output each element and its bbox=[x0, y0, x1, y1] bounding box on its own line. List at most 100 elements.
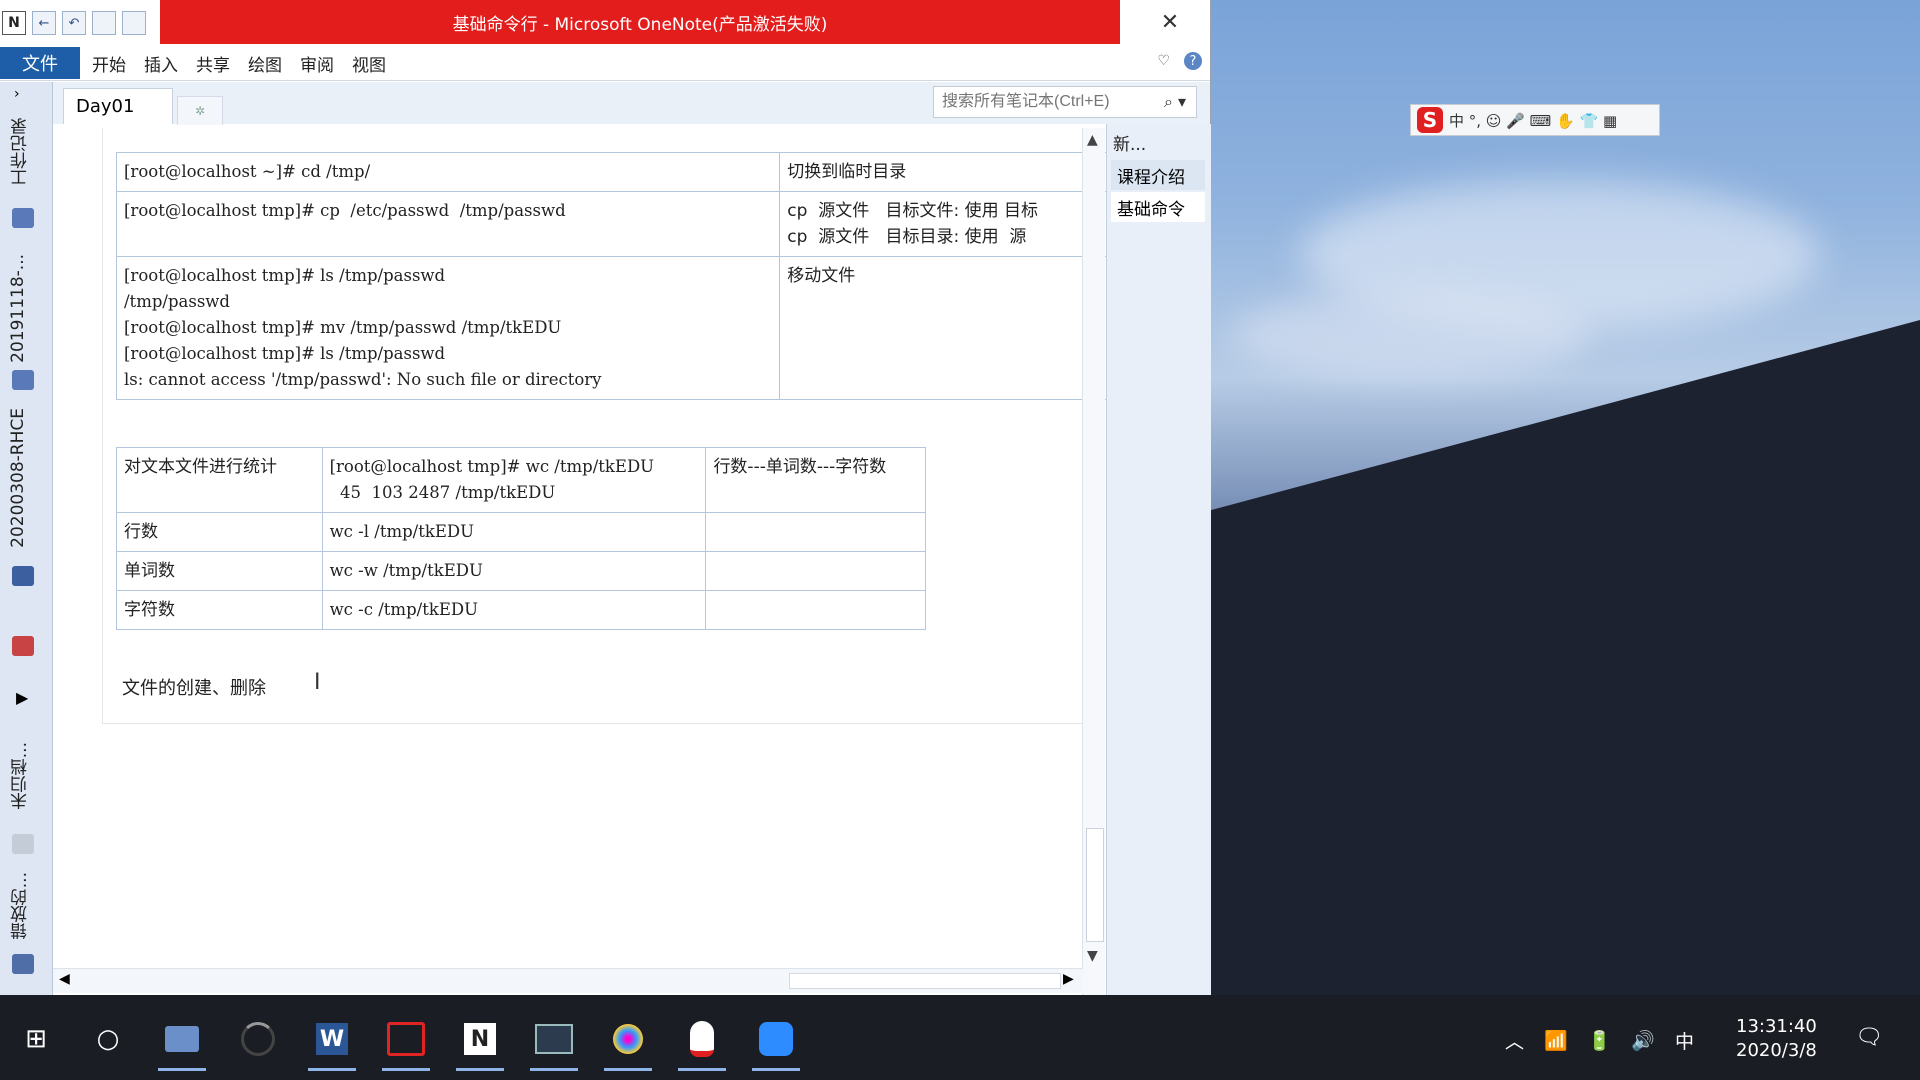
onenote-logo-icon[interactable]: N bbox=[2, 11, 26, 35]
notebook-icon bbox=[12, 208, 34, 228]
text-cursor-icon: I bbox=[314, 670, 321, 695]
ribbon-expand-icon[interactable]: ♡ bbox=[1157, 53, 1170, 69]
scroll-thumb[interactable] bbox=[1086, 828, 1104, 942]
table-cell-label[interactable]: 字符数 bbox=[116, 590, 323, 630]
taskbar: ⊞ ○ W N ︿ 📶 🔋 🔊 中 13:31:40 2020/3/8 🗨 bbox=[0, 995, 1920, 1080]
search-box[interactable]: ⌕ ▾ bbox=[933, 86, 1197, 118]
table-cell-note[interactable] bbox=[705, 512, 926, 552]
page-item-course-intro[interactable]: 课程介绍 bbox=[1111, 160, 1205, 190]
notebook-pane: › 工作记录 20191118-... 20200308-RHCE ▶ 未归档.… bbox=[0, 82, 53, 995]
wc-table[interactable]: 对文本文件进行统计 [root@localhost tmp]# wc /tmp/… bbox=[116, 447, 926, 630]
page-list: 新... 课程介绍 基础命令 bbox=[1106, 124, 1211, 995]
menu-draw[interactable]: 绘图 bbox=[248, 51, 282, 76]
ime-status-items[interactable]: 中 °, ☺ 🎤 ⌨ ✋ 👕 ▦ bbox=[1449, 110, 1617, 131]
new-section-tab[interactable]: ✲ bbox=[177, 96, 223, 125]
table-row[interactable]: 单词数 wc -w /tmp/tkEDU bbox=[116, 551, 926, 591]
notebook-item[interactable]: 未归档... bbox=[8, 742, 33, 809]
page-item-basic-commands[interactable]: 基础命令 bbox=[1111, 192, 1205, 222]
table-cell-command[interactable]: [root@localhost ~]# cd /tmp/ bbox=[115, 152, 781, 192]
table-cell-description[interactable]: cp 源文件 目标文件: 使用 目标 cp 源文件 目标目录: 使用 源 bbox=[779, 191, 1116, 257]
table-cell-description[interactable]: 切换到临时目录 bbox=[779, 152, 1116, 192]
close-button[interactable]: ✕ bbox=[1130, 0, 1210, 44]
remote-desktop-icon[interactable] bbox=[376, 1009, 436, 1071]
table-cell-note[interactable] bbox=[705, 551, 926, 591]
table-cell-command[interactable]: [root@localhost tmp]# wc /tmp/tkEDU 45 1… bbox=[321, 447, 707, 513]
paint-icon[interactable] bbox=[598, 1009, 658, 1071]
clock[interactable]: 13:31:40 2020/3/8 bbox=[1736, 1015, 1817, 1063]
table-cell-label[interactable]: 行数 bbox=[116, 512, 323, 552]
table-row[interactable]: [root@localhost tmp]# ls /tmp/passwd /tm… bbox=[115, 256, 1116, 400]
note-text[interactable]: 文件的创建、删除 bbox=[122, 674, 266, 700]
zoom-icon[interactable] bbox=[746, 1009, 806, 1071]
search-button[interactable]: ○ bbox=[78, 1009, 138, 1069]
system-tray: ︿ 📶 🔋 🔊 中 bbox=[1505, 1015, 1694, 1065]
menu-review[interactable]: 审阅 bbox=[300, 51, 334, 76]
table-cell-command[interactable]: wc -w /tmp/tkEDU bbox=[321, 551, 707, 591]
tray-chevron-icon[interactable]: ︿ bbox=[1505, 1027, 1524, 1054]
fullpage-icon[interactable] bbox=[122, 11, 146, 35]
help-icon[interactable]: ? bbox=[1184, 52, 1202, 70]
menu-view[interactable]: 视图 bbox=[352, 51, 386, 76]
word-icon[interactable]: W bbox=[302, 1009, 362, 1071]
onenote-icon[interactable]: N bbox=[450, 1009, 510, 1071]
page-canvas[interactable]: [root@localhost ~]# cd /tmp/ 切换到临时目录 [ro… bbox=[60, 128, 1116, 983]
scroll-down-icon[interactable]: ▼ bbox=[1087, 948, 1098, 964]
table-cell-command[interactable]: wc -c /tmp/tkEDU bbox=[321, 590, 707, 630]
horizontal-scrollbar[interactable]: ◀ ▶ bbox=[53, 968, 1083, 993]
scroll-left-icon[interactable]: ◀ bbox=[59, 971, 70, 987]
tab-day01[interactable]: Day01 bbox=[63, 88, 173, 124]
vertical-scrollbar[interactable]: ▲ ▼ bbox=[1082, 128, 1105, 996]
expand-pane-icon[interactable]: › bbox=[14, 86, 20, 102]
battery-icon[interactable]: 🔋 bbox=[1588, 1029, 1612, 1052]
table-row[interactable]: 行数 wc -l /tmp/tkEDU bbox=[116, 512, 926, 552]
new-page-button[interactable]: 新... bbox=[1113, 130, 1146, 155]
table-cell-label[interactable]: 对文本文件进行统计 bbox=[116, 447, 323, 513]
back-icon[interactable]: ← bbox=[32, 11, 56, 35]
table-cell-note[interactable] bbox=[705, 590, 926, 630]
onenote-window: N ← ↶ 基础命令行 - Microsoft OneNote(产品激活失败) … bbox=[0, 0, 1211, 996]
snip-icon[interactable] bbox=[524, 1009, 584, 1071]
ime-indicator[interactable]: 中 bbox=[1675, 1027, 1694, 1054]
loading-icon[interactable] bbox=[228, 1009, 288, 1069]
notification-icon[interactable]: 🗨 bbox=[1855, 1025, 1883, 1050]
expand-icon[interactable]: ▶ bbox=[16, 688, 28, 707]
qq-icon[interactable] bbox=[672, 1009, 732, 1071]
file-manager-icon[interactable] bbox=[152, 1009, 212, 1071]
table-cell-description[interactable]: 移动文件 bbox=[779, 256, 1116, 400]
quick-access-toolbar: N ← ↶ bbox=[0, 6, 146, 40]
search-input[interactable] bbox=[940, 92, 1164, 112]
notebook-icon bbox=[12, 954, 34, 974]
ribbon-menu: 文件 开始 插入 共享 绘图 审阅 视图 ♡ ? bbox=[0, 46, 1210, 81]
search-icon[interactable]: ⌕ ▾ bbox=[1164, 92, 1186, 112]
table-cell-command[interactable]: wc -l /tmp/tkEDU bbox=[321, 512, 707, 552]
notebook-item[interactable]: 工作记录 bbox=[8, 118, 33, 186]
notebook-item[interactable]: 20191118-... bbox=[8, 254, 28, 363]
hscroll-thumb[interactable] bbox=[789, 973, 1061, 989]
notebook-item[interactable]: 错放的... bbox=[8, 872, 33, 939]
scroll-right-icon[interactable]: ▶ bbox=[1063, 971, 1074, 987]
volume-icon[interactable]: 🔊 bbox=[1631, 1029, 1655, 1052]
table-row[interactable]: 字符数 wc -c /tmp/tkEDU bbox=[116, 590, 926, 630]
table-row[interactable]: [root@localhost ~]# cd /tmp/ 切换到临时目录 bbox=[115, 152, 1116, 192]
table-cell-label[interactable]: 单词数 bbox=[116, 551, 323, 591]
menu-share[interactable]: 共享 bbox=[196, 51, 230, 76]
wifi-icon[interactable]: 📶 bbox=[1544, 1029, 1568, 1052]
ime-toolbar[interactable]: S 中 °, ☺ 🎤 ⌨ ✋ 👕 ▦ bbox=[1410, 104, 1660, 136]
table-cell-command[interactable]: [root@localhost tmp]# ls /tmp/passwd /tm… bbox=[115, 256, 781, 400]
menu-file[interactable]: 文件 bbox=[0, 47, 80, 79]
table-cell-command[interactable]: [root@localhost tmp]# cp /etc/passwd /tm… bbox=[115, 191, 781, 257]
table-row[interactable]: 对文本文件进行统计 [root@localhost tmp]# wc /tmp/… bbox=[116, 447, 926, 513]
dock-icon[interactable] bbox=[92, 11, 116, 35]
clock-date: 2020/3/8 bbox=[1736, 1040, 1817, 1061]
notebook-item[interactable]: 20200308-RHCE bbox=[8, 408, 28, 548]
command-table[interactable]: [root@localhost ~]# cd /tmp/ 切换到临时目录 [ro… bbox=[115, 152, 1116, 400]
table-row[interactable]: [root@localhost tmp]# cp /etc/passwd /tm… bbox=[115, 191, 1116, 257]
sogou-logo-icon[interactable]: S bbox=[1417, 107, 1443, 133]
table-cell-note[interactable]: 行数---单词数---字符数 bbox=[705, 447, 926, 513]
scroll-up-icon[interactable]: ▲ bbox=[1087, 132, 1098, 148]
menu-insert[interactable]: 插入 bbox=[144, 51, 178, 76]
menu-home[interactable]: 开始 bbox=[92, 51, 126, 76]
title-bar: N ← ↶ 基础命令行 - Microsoft OneNote(产品激活失败) … bbox=[0, 0, 1210, 44]
undo-icon[interactable]: ↶ bbox=[62, 11, 86, 35]
start-button[interactable]: ⊞ bbox=[6, 1009, 66, 1069]
